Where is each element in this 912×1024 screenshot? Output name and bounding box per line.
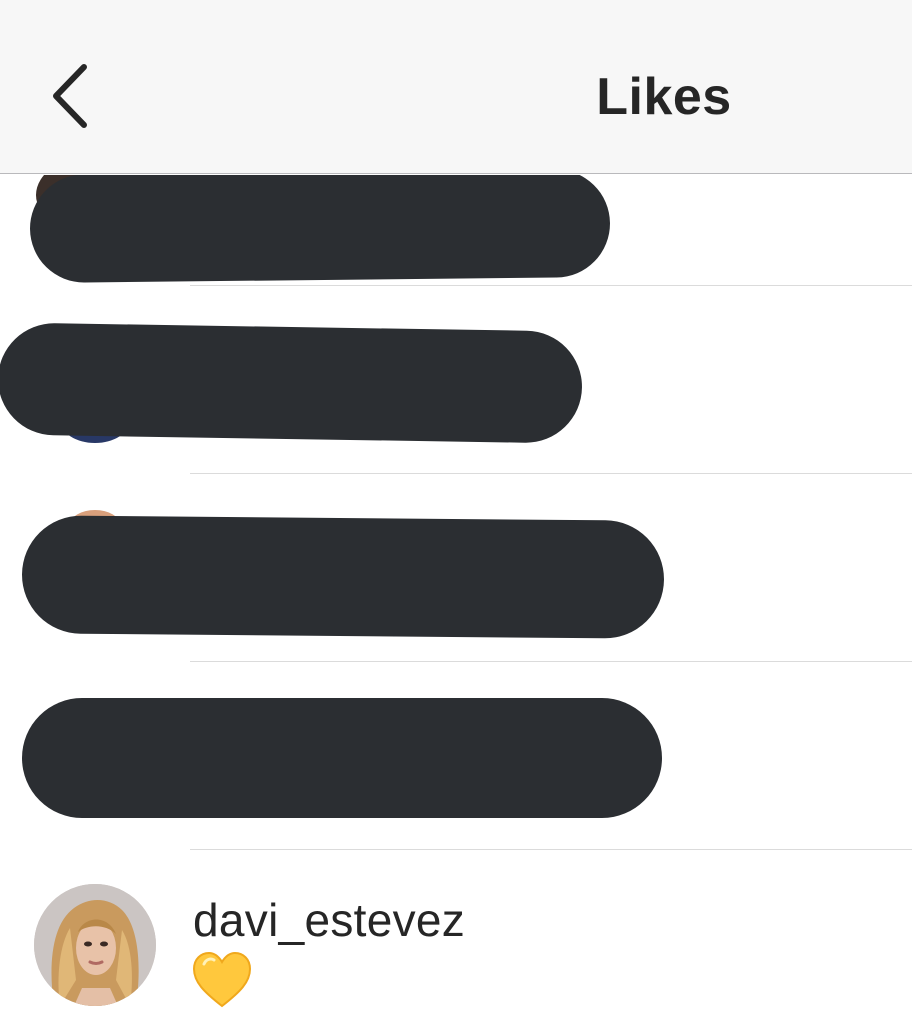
row-divider: [190, 849, 912, 850]
redaction-bar: [0, 322, 583, 444]
back-button[interactable]: [34, 54, 104, 138]
yellow-heart-icon: [190, 950, 254, 1010]
list-item[interactable]: [0, 662, 912, 850]
row-divider: [190, 285, 912, 286]
page-title: Likes: [596, 68, 732, 126]
chevron-left-icon: [53, 64, 87, 128]
redaction-bar: [22, 698, 662, 818]
list-item[interactable]: [0, 175, 912, 286]
navigation-bar: Likes: [0, 0, 912, 174]
likes-screen: Likes davi_estevez: [0, 0, 912, 1024]
redaction-bar: [21, 515, 665, 639]
redaction-bar: [29, 175, 611, 284]
username[interactable]: davi_estevez: [193, 894, 465, 946]
list-item[interactable]: [0, 474, 912, 662]
avatar[interactable]: [34, 884, 156, 1006]
list-item[interactable]: [0, 287, 912, 474]
